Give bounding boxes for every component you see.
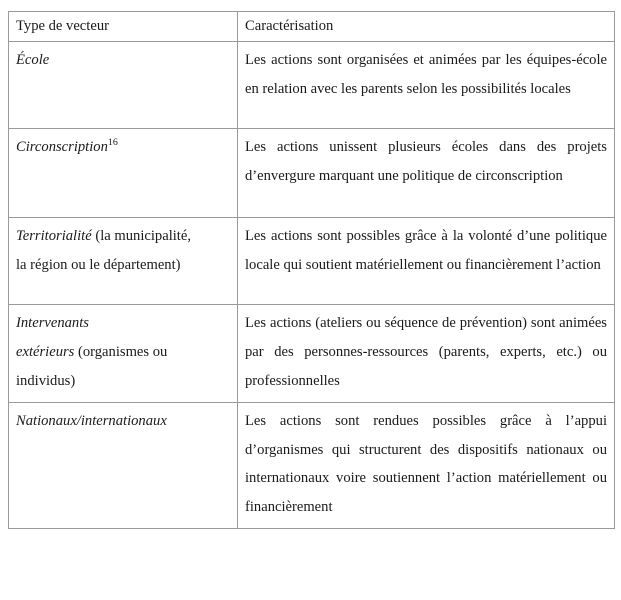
- vector-type-label: extérieurs: [16, 343, 75, 360]
- footnote-reference-16: 16: [107, 137, 118, 149]
- vector-type-label: Circonscription: [16, 139, 108, 155]
- cell-type-ecole: École: [8, 41, 238, 129]
- cell-caracterisation-intervenants-exterieurs: Les actions (ateliers ou séquence de pré…: [237, 304, 615, 403]
- column-header-caracterisation: Caractérisation: [237, 11, 615, 42]
- vector-type-label: Territorialité: [16, 228, 92, 244]
- vector-type-line-3: individus): [16, 372, 76, 389]
- table-row: École Les actions sont organisées et ani…: [8, 41, 615, 129]
- vector-type-qualifier: (organismes ou: [74, 343, 168, 360]
- vector-type-line-1: Territorialité (la municipalité,: [16, 222, 230, 251]
- cell-type-circonscription: Circonscription16: [8, 128, 238, 218]
- cell-caracterisation-ecole: Les actions sont organisées et animées p…: [237, 41, 615, 129]
- table-row: Nationaux/internationaux Les actions son…: [8, 401, 615, 530]
- vector-type-line-1: Intervenants: [16, 315, 89, 331]
- vector-type-qualifier: (la municipalité,: [91, 228, 191, 244]
- cell-caracterisation-circonscription: Les actions unissent plusieurs écoles da…: [237, 128, 615, 218]
- column-header-type-de-vecteur: Type de vecteur: [8, 11, 238, 42]
- cell-type-nationaux-internationaux: Nationaux/internationaux: [8, 401, 238, 530]
- cell-caracterisation-nationaux-internationaux: Les actions sont rendues possibles grâce…: [237, 401, 615, 530]
- cell-type-territorialite: Territorialité (la municipalité, la régi…: [8, 217, 238, 305]
- table-row: Circonscription16 Les actions unissent p…: [8, 128, 615, 218]
- table-row: Intervenants extérieurs (organismes ou i…: [8, 304, 615, 403]
- cell-type-intervenants-exterieurs: Intervenants extérieurs (organismes ou i…: [8, 304, 238, 403]
- table-header-row: Type de vecteur Caractérisation: [8, 11, 615, 42]
- table-row: Territorialité (la municipalité, la régi…: [8, 217, 615, 305]
- vector-type-table: Type de vecteur Caractérisation École Le…: [8, 11, 615, 530]
- vector-type-label: Nationaux/internationaux: [16, 412, 167, 429]
- vector-type-label: École: [16, 52, 50, 68]
- vector-type-line-2: la région ou le département): [16, 256, 181, 273]
- document-page: Type de vecteur Caractérisation École Le…: [0, 0, 621, 600]
- vector-type-line-2: extérieurs (organismes ou: [16, 338, 230, 367]
- cell-caracterisation-territorialite: Les actions sont possibles grâce à la vo…: [237, 217, 615, 305]
